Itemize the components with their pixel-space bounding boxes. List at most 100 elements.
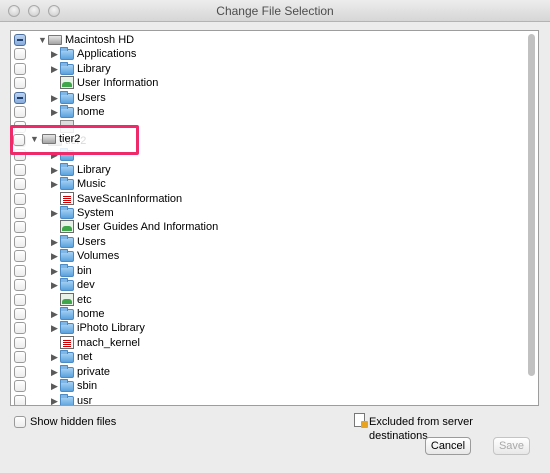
checkbox[interactable] (14, 62, 26, 75)
tree-item-label: Library (77, 163, 111, 176)
checkbox[interactable] (14, 250, 26, 263)
tree-row[interactable]: ▼ Macintosh HD (11, 33, 521, 47)
folder-icon (60, 162, 74, 176)
doc-icon (60, 191, 74, 205)
tree-row[interactable]: ▶ Volumes (11, 249, 521, 263)
vertical-scrollbar[interactable] (528, 34, 535, 376)
checkbox-mixed[interactable] (14, 34, 26, 46)
drive-icon (48, 135, 62, 146)
tree-item-label: sbin (77, 380, 98, 393)
folder-icon (60, 393, 74, 405)
tree-item-label: tier2 (65, 134, 87, 147)
folder-icon (60, 105, 74, 119)
tree-row[interactable]: ▶ Users (11, 90, 521, 105)
tree-item-label: User Information (77, 77, 159, 90)
tree-item-label: User Guides And Information (77, 221, 219, 234)
tree-row[interactable]: mach_kernel (11, 335, 521, 350)
tree-item-label: SaveScanInformation (77, 192, 183, 205)
checkbox[interactable] (14, 365, 26, 378)
folder-icon (60, 263, 74, 277)
title-bar: Change File Selection (0, 0, 550, 22)
checkbox[interactable] (14, 293, 26, 306)
checkbox[interactable] (14, 264, 26, 277)
tree-row[interactable]: SaveScanInformation (11, 191, 521, 206)
tree-row[interactable]: ▶ sbin (11, 379, 521, 393)
checkbox[interactable] (14, 322, 26, 335)
tree-item-label: Applications (77, 48, 137, 61)
drive-icon (48, 35, 62, 45)
tree-row[interactable]: ▶ Library (11, 162, 521, 177)
folder-icon (60, 350, 74, 364)
checkbox[interactable] (14, 77, 26, 90)
tree-row[interactable]: ▶ Users (11, 234, 521, 249)
tree-row[interactable]: User Guides And Information (11, 220, 521, 234)
checkbox-mixed[interactable] (14, 91, 26, 104)
folder-icon (60, 364, 74, 378)
green-doc-icon (60, 76, 74, 90)
checkbox[interactable] (14, 178, 26, 191)
checkbox[interactable] (14, 207, 26, 220)
checkbox[interactable] (14, 134, 26, 147)
folder-icon (60, 61, 74, 75)
file-tree[interactable]: ▼ Macintosh HD ▶ Applications ▶ Library User I… (10, 30, 539, 406)
disclosure-expanded-icon[interactable]: ▼ (38, 35, 48, 45)
disclosure-expanded-icon[interactable]: ▼ (38, 136, 48, 146)
checkbox[interactable] (14, 163, 26, 176)
tree-item-label: System (77, 207, 114, 220)
gray-icon (60, 119, 74, 133)
tree-item-label: Users (77, 235, 106, 248)
folder-icon (60, 177, 74, 191)
save-button[interactable]: Save (493, 437, 530, 455)
tree-row[interactable]: ▶ home (11, 105, 521, 119)
tree-row[interactable]: ▶ usr (11, 393, 521, 406)
tree-row[interactable]: ▶ Library (11, 61, 521, 76)
checkbox[interactable] (14, 48, 26, 61)
folder-icon (60, 148, 74, 162)
folder-icon (60, 249, 74, 263)
tree-item-label: home (77, 106, 105, 119)
checkbox[interactable] (14, 336, 26, 349)
checkbox[interactable] (14, 279, 26, 292)
folder-icon (60, 278, 74, 292)
tree-item-label: home (77, 307, 105, 320)
tree-row[interactable]: ▶ private (11, 364, 521, 379)
checkbox[interactable] (14, 106, 26, 119)
checkbox[interactable] (14, 149, 26, 162)
tree-row[interactable]: ▶ dev (11, 278, 521, 292)
tree-item-label: bin (77, 264, 92, 277)
folder-icon (60, 47, 74, 61)
checkbox[interactable] (14, 120, 26, 133)
tree-row[interactable]: etc (11, 292, 521, 307)
tree-row[interactable]: User Information (11, 76, 521, 90)
checkbox[interactable] (14, 351, 26, 364)
tree-item-label: usr (77, 394, 93, 406)
tree-item-label: Music (77, 178, 106, 191)
show-hidden-files-checkbox[interactable] (14, 416, 26, 428)
folder-icon (60, 90, 74, 104)
tree-row[interactable]: ▶ (11, 148, 521, 162)
checkbox[interactable] (14, 307, 26, 320)
tree-row[interactable]: ▼ tier2 (11, 134, 521, 148)
checkbox[interactable] (14, 192, 26, 205)
tree-row[interactable]: ▶ Applications (11, 47, 521, 61)
tree-row[interactable]: ▶ net (11, 350, 521, 364)
tree-row[interactable]: ▶ System (11, 206, 521, 220)
checkbox[interactable] (14, 380, 26, 393)
show-hidden-files-label: Show hidden files (30, 416, 117, 428)
cancel-button[interactable]: Cancel (425, 437, 471, 455)
tree-row[interactable]: ▶ home (11, 306, 521, 321)
tree-row[interactable]: ▶ bin (11, 263, 521, 278)
folder-icon (60, 234, 74, 248)
checkbox[interactable] (14, 394, 26, 405)
tree-item-label: iPhoto Library (77, 322, 145, 335)
tree-row[interactable]: ▶ Music (11, 177, 521, 191)
folder-icon (60, 306, 74, 320)
folder-icon (60, 379, 74, 393)
checkbox[interactable] (14, 235, 26, 248)
green-doc-icon (60, 220, 74, 234)
tree-row[interactable]: ▶ iPhoto Library (11, 321, 521, 335)
folder-icon (60, 321, 74, 335)
tree-row[interactable] (11, 119, 521, 134)
checkbox[interactable] (14, 221, 26, 234)
footer-options: Show hidden files Excluded from server d… (14, 413, 534, 442)
